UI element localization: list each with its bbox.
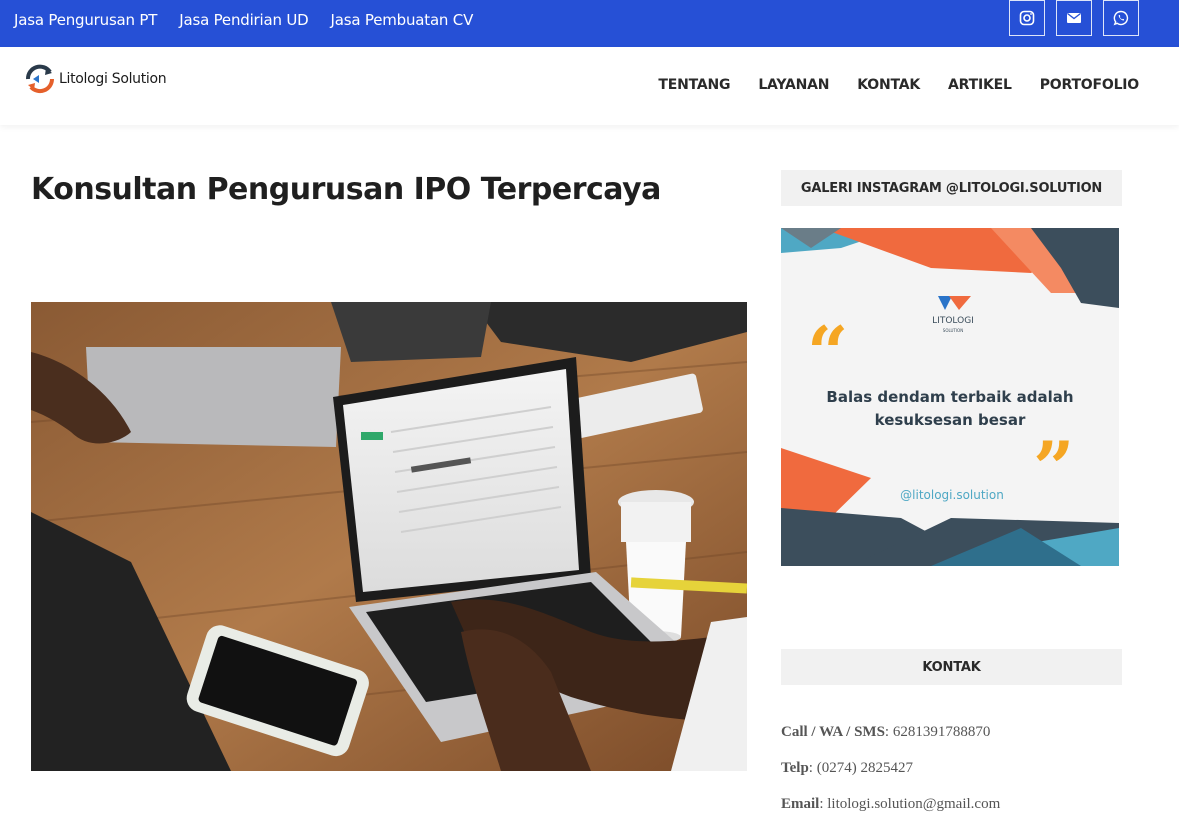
instagram-post-image: LITOLOGI SOLUTION “ ” Balas dendam terba…	[781, 228, 1119, 566]
logo-mark-icon	[25, 64, 55, 94]
close-quote-icon: ”	[1033, 425, 1074, 510]
insta-handle: @litologi.solution	[900, 488, 1004, 502]
contact-email-label: Email	[781, 796, 820, 812]
insta-brand: LITOLOGI	[932, 316, 974, 326]
contact-telp-label: Telp	[781, 760, 809, 776]
toplink-pendirian-ud[interactable]: Jasa Pendirian UD	[179, 11, 308, 29]
instagram-button[interactable]	[1009, 0, 1045, 36]
featured-image	[31, 302, 747, 771]
whatsapp-icon	[1113, 10, 1129, 26]
email-button[interactable]	[1056, 0, 1092, 36]
nav-artikel[interactable]: ARTIKEL	[948, 77, 1012, 93]
instagram-icon	[1019, 10, 1035, 26]
nav-layanan[interactable]: LAYANAN	[758, 77, 829, 93]
contact-telp-value: : (0274) 2825427	[808, 760, 913, 776]
instagram-post[interactable]: LITOLOGI SOLUTION “ ” Balas dendam terba…	[781, 228, 1119, 566]
insta-quote-line2: kesuksesan besar	[875, 411, 1026, 429]
contact-email: Email: litologi.solution@gmail.com	[781, 796, 1000, 813]
site-logo[interactable]: Litologi Solution	[24, 63, 167, 95]
nav-tentang[interactable]: TENTANG	[658, 77, 730, 93]
whatsapp-button[interactable]	[1103, 0, 1139, 36]
top-bar: Jasa Pengurusan PT Jasa Pendirian UD Jas…	[0, 0, 1179, 47]
social-links	[1009, 0, 1139, 36]
contact-phone-label: Call / WA / SMS	[781, 724, 885, 740]
open-quote-icon: “	[807, 310, 848, 395]
toplink-pengurusan-pt[interactable]: Jasa Pengurusan PT	[14, 11, 157, 29]
contact-phone-value: : 6281391788870	[884, 724, 991, 740]
nav-kontak[interactable]: KONTAK	[857, 77, 920, 93]
contact-widget-title: KONTAK	[781, 649, 1122, 685]
post-title: Konsultan Pengurusan IPO Terpercaya	[31, 172, 661, 207]
site-header: Litologi Solution TENTANG LAYANAN KONTAK…	[0, 47, 1179, 125]
instagram-widget-title: GALERI INSTAGRAM @LITOLOGI.SOLUTION	[781, 170, 1122, 206]
contact-telp: Telp: (0274) 2825427	[781, 760, 913, 777]
insta-quote-line1: Balas dendam terbaik adalah	[826, 388, 1073, 406]
top-links: Jasa Pengurusan PT Jasa Pendirian UD Jas…	[14, 11, 473, 29]
toplink-pembuatan-cv[interactable]: Jasa Pembuatan CV	[331, 11, 474, 29]
logo-text: Litologi Solution	[59, 71, 167, 87]
insta-brand-sub: SOLUTION	[943, 328, 963, 333]
nav-portofolio[interactable]: PORTOFOLIO	[1040, 77, 1139, 93]
contact-email-value[interactable]: : litologi.solution@gmail.com	[819, 796, 1000, 812]
main-nav: TENTANG LAYANAN KONTAK ARTIKEL PORTOFOLI…	[658, 77, 1139, 93]
contact-phone: Call / WA / SMS: 6281391788870	[781, 724, 990, 741]
envelope-icon	[1067, 12, 1081, 23]
laptop-desk-photo	[31, 302, 747, 771]
